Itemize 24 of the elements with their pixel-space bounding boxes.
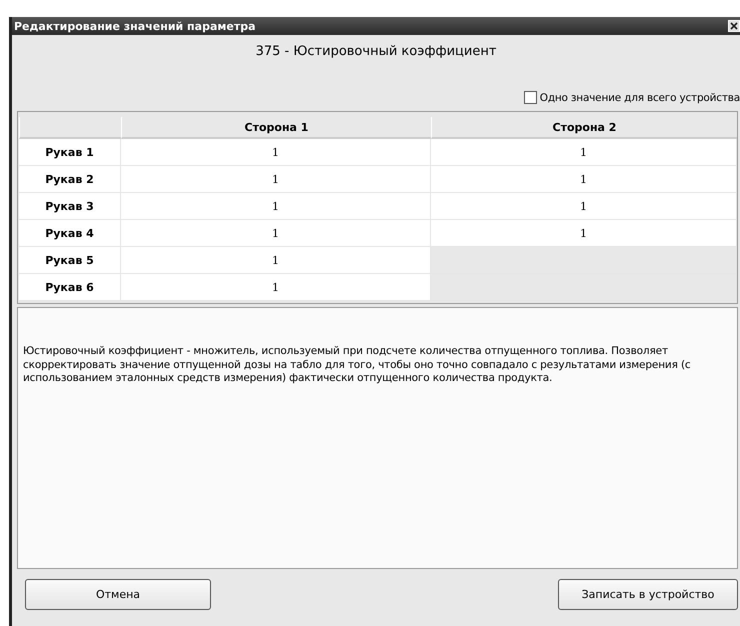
table-cell[interactable]: 1 xyxy=(431,220,737,247)
table-cell[interactable]: 1 xyxy=(121,166,431,193)
checkbox-label: Одно значение для всего устройства xyxy=(540,92,740,104)
row-header: Рукав 5 xyxy=(19,247,121,274)
table-cell[interactable]: 1 xyxy=(121,274,431,301)
cancel-button[interactable]: Отмена xyxy=(25,579,211,610)
table-cell[interactable]: 1 xyxy=(121,220,431,247)
row-header: Рукав 1 xyxy=(19,139,121,166)
row-header: Рукав 3 xyxy=(19,193,121,220)
table-cell[interactable]: 1 xyxy=(121,139,431,166)
table-cell[interactable]: 1 xyxy=(431,139,737,166)
close-icon[interactable] xyxy=(728,20,740,32)
table-cell[interactable]: 1 xyxy=(431,193,737,220)
description-text: Юстировочный коэффициент - множитель, используемый при подсчете количества отпущенного топлива. Позволяет скорректировать значение отпущенной дозы на табло для того, чтобы оно точно совпадало с результатами измерения (с использованием эталонных средств измерения) фактически отпущенного количества продукта. xyxy=(17,307,738,569)
write-button[interactable]: Записать в устройство xyxy=(558,579,738,610)
row-header: Рукав 2 xyxy=(19,166,121,193)
table-cell[interactable]: 1 xyxy=(121,193,431,220)
row-header: Рукав 6 xyxy=(19,274,121,301)
window-title: Редактирование значений параметра xyxy=(14,20,256,32)
table-cell[interactable]: 1 xyxy=(431,166,737,193)
parameter-heading: 375 - Юстировочный коэффициент xyxy=(254,44,498,61)
checkbox[interactable] xyxy=(524,91,537,104)
table-cell[interactable]: 1 xyxy=(121,247,431,274)
row-header: Рукав 4 xyxy=(19,220,121,247)
